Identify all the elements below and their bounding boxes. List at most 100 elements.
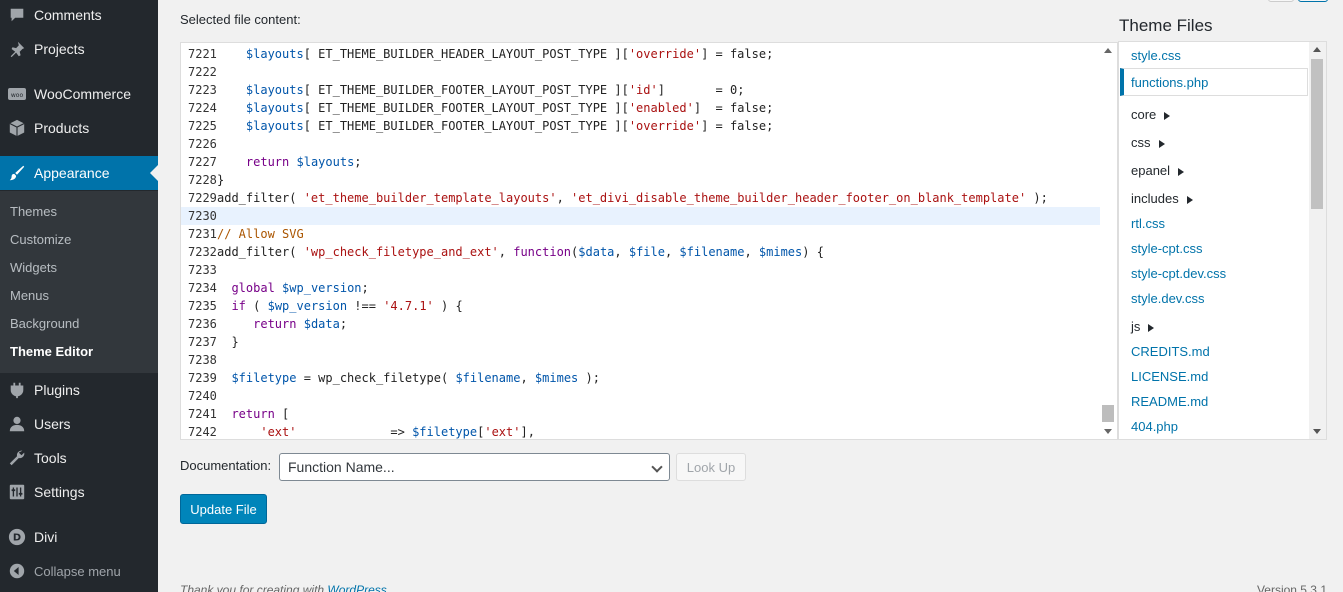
file-item[interactable]: style.dev.css [1131, 291, 1204, 306]
code-line[interactable]: 7234 global $wp_version; [181, 279, 1102, 297]
wordpress-link[interactable]: WordPress [327, 583, 386, 592]
file-item[interactable]: style.css [1131, 48, 1181, 63]
file-item[interactable]: rtl.css [1131, 216, 1165, 231]
code-line[interactable]: 7227 return $layouts; [181, 153, 1102, 171]
folder-item[interactable]: epanel [1131, 163, 1185, 178]
file-label: CREDITS.md [1131, 344, 1210, 359]
expand-arrow-icon[interactable] [1148, 323, 1155, 332]
menu-collapse[interactable]: Collapse menu [0, 554, 158, 588]
file-item[interactable]: 404.php [1131, 419, 1178, 434]
menu-settings[interactable]: Settings [0, 475, 158, 509]
menu-label: WooCommerce [34, 86, 131, 102]
update-file-button[interactable]: Update File [180, 494, 267, 524]
code-line[interactable]: 7238 [181, 351, 1102, 369]
menu-label: Settings [34, 484, 85, 500]
scroll-up-arrow-icon[interactable] [1313, 47, 1321, 52]
menu-divi[interactable]: D Divi [0, 520, 158, 554]
expand-arrow-icon[interactable] [1158, 139, 1165, 148]
line-number: 7235 [188, 299, 217, 313]
code-line[interactable]: 7232 add_filter( 'wp_check_filetype_and_e… [181, 243, 1102, 261]
scroll-thumb[interactable] [1311, 59, 1323, 209]
file-label: functions.php [1131, 75, 1209, 90]
code-editor[interactable]: 7221 $layouts[ ET_THEME_BUILDER_HEADER_L… [180, 42, 1118, 440]
file-item[interactable]: README.md [1131, 394, 1208, 409]
files-scrollbar[interactable] [1309, 42, 1326, 439]
line-code: return [ [231, 407, 290, 421]
menu-plugins[interactable]: Plugins [0, 373, 158, 407]
submenu-menus[interactable]: Menus [10, 288, 49, 303]
menu-projects[interactable]: Projects [0, 32, 158, 66]
code-line[interactable]: 7239 $filetype = wp_check_filetype( $fil… [181, 369, 1102, 387]
code-line[interactable]: 7231// Allow SVG [181, 225, 1102, 243]
expand-arrow-icon[interactable] [1178, 167, 1185, 176]
menu-woocommerce[interactable]: woo WooCommerce [0, 77, 158, 111]
line-number: 7240 [188, 389, 217, 403]
folder-item[interactable]: includes [1131, 191, 1193, 206]
file-label: README.md [1131, 394, 1209, 409]
submenu-theme-editor[interactable]: Theme Editor [10, 344, 93, 359]
code-line[interactable]: 7221 $layouts[ ET_THEME_BUILDER_HEADER_L… [181, 45, 1102, 63]
folder-item[interactable]: js [1131, 319, 1155, 334]
code-line[interactable]: 7242 'ext' => $filetype['ext'], [181, 423, 1102, 439]
expand-arrow-icon[interactable] [1186, 195, 1193, 204]
code-line[interactable]: 7223 $layouts[ ET_THEME_BUILDER_FOOTER_L… [181, 81, 1102, 99]
code-line[interactable]: 7233 [181, 261, 1102, 279]
file-item[interactable]: LICENSE.md [1131, 369, 1208, 384]
line-number: 7222 [188, 65, 217, 79]
code-line[interactable]: 7241 return [ [181, 405, 1102, 423]
code-line[interactable]: 7222 [181, 63, 1102, 81]
folder-item[interactable]: css [1131, 135, 1165, 150]
line-number: 7231 [188, 227, 217, 241]
code-line[interactable]: 7237 } [181, 333, 1102, 351]
file-item[interactable]: style-cpt.css [1131, 241, 1203, 256]
menu-tools[interactable]: Tools [0, 441, 158, 475]
lookup-button[interactable]: Look Up [676, 453, 746, 481]
code-line[interactable]: 7226 [181, 135, 1102, 153]
scroll-down-arrow-icon[interactable] [1313, 429, 1321, 434]
line-code: $layouts[ ET_THEME_BUILDER_FOOTER_LAYOUT… [245, 101, 774, 115]
scroll-up-arrow-icon[interactable] [1104, 48, 1112, 53]
menu-products[interactable]: Products [0, 111, 158, 145]
scroll-thumb[interactable] [1102, 405, 1114, 422]
code-line[interactable]: 7225 $layouts[ ET_THEME_BUILDER_FOOTER_L… [181, 117, 1102, 135]
editor-scrollbar[interactable] [1100, 43, 1117, 439]
footer-version: Version 5.3.1 [1256, 583, 1327, 592]
file-label: rtl.css [1131, 216, 1165, 231]
menu-label: Collapse menu [34, 563, 121, 579]
menu-label: Users [34, 416, 71, 432]
wrench-icon [0, 449, 34, 467]
submenu-background[interactable]: Background [10, 316, 79, 331]
submenu-widgets[interactable]: Widgets [10, 260, 57, 275]
menu-users[interactable]: Users [0, 407, 158, 441]
theme-files-panel: style.css functions.php core css epanel inclu… [1118, 41, 1327, 440]
code-line[interactable]: 7229 add_filter( 'et_theme_builder_templa… [181, 189, 1102, 207]
submenu-customize[interactable]: Customize [10, 232, 71, 247]
file-label: style-cpt.css [1131, 241, 1203, 256]
code-line[interactable]: 7224 $layouts[ ET_THEME_BUILDER_FOOTER_L… [181, 99, 1102, 117]
code-line[interactable]: 7230 [181, 207, 1102, 225]
divi-icon: D [0, 528, 34, 546]
menu-appearance[interactable]: Appearance [0, 156, 158, 190]
code-line[interactable]: 7240 [181, 387, 1102, 405]
box-icon [0, 119, 34, 137]
code-line[interactable]: 7235 if ( $wp_version !== '4.7.1' ) { [181, 297, 1102, 315]
top-button-partial[interactable] [1268, 0, 1294, 2]
folder-item[interactable]: core [1131, 107, 1171, 122]
menu-label: Projects [34, 41, 85, 57]
woo-icon: woo [0, 86, 34, 102]
top-button-partial-primary[interactable] [1298, 0, 1328, 2]
code-line[interactable]: 7236 return $data; [181, 315, 1102, 333]
expand-arrow-icon[interactable] [1164, 111, 1171, 120]
code-line[interactable]: 7228} [181, 171, 1102, 189]
function-name-select[interactable]: Function Name... [279, 453, 670, 481]
menu-comments[interactable]: Comments [0, 0, 158, 32]
file-item[interactable]: functions.php [1131, 75, 1208, 90]
submenu-themes[interactable]: Themes [10, 204, 57, 219]
documentation-label: Documentation: [180, 458, 272, 473]
file-item[interactable]: style-cpt.dev.css [1131, 266, 1226, 281]
file-item[interactable]: CREDITS.md [1131, 344, 1210, 359]
file-label: css [1131, 135, 1151, 150]
footer-thanks: Thank you for creating with WordPress. [180, 583, 390, 592]
line-number: 7237 [188, 335, 217, 349]
scroll-down-arrow-icon[interactable] [1104, 429, 1112, 434]
